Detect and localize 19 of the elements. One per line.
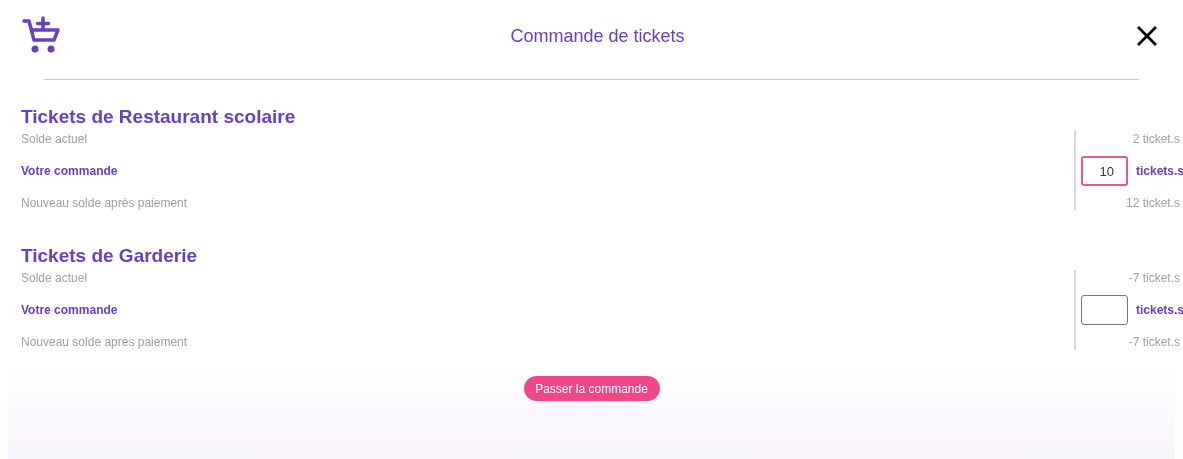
balance-value: -7 ticket.s (1128, 270, 1180, 287)
new-balance-label: Nouveau solde après paiement (21, 334, 188, 351)
close-icon (1136, 25, 1158, 47)
new-balance-label: Nouveau solde après paiement (21, 195, 188, 212)
new-balance-value: -7 ticket.s (1128, 334, 1180, 351)
order-label: Votre commande (21, 302, 118, 319)
section-title: Tickets de Restaurant scolaire (21, 105, 296, 129)
balance-value: 2 ticket.s (1132, 131, 1180, 148)
balance-label: Solde actuel (21, 131, 88, 148)
balance-label: Solde actuel (21, 270, 88, 287)
order-label: Votre commande (21, 163, 118, 180)
new-balance-value: 12 ticket.s (1125, 195, 1180, 212)
order-unit: tickets.s (1136, 163, 1183, 180)
section-title: Tickets de Garderie (21, 244, 198, 268)
order-input[interactable]: 10 (1081, 156, 1128, 186)
submit-button[interactable]: Passer la commande (523, 376, 660, 401)
order-input[interactable] (1081, 295, 1128, 325)
order-unit: tickets.s (1136, 302, 1183, 319)
page-title: Commande de tickets (510, 24, 685, 48)
